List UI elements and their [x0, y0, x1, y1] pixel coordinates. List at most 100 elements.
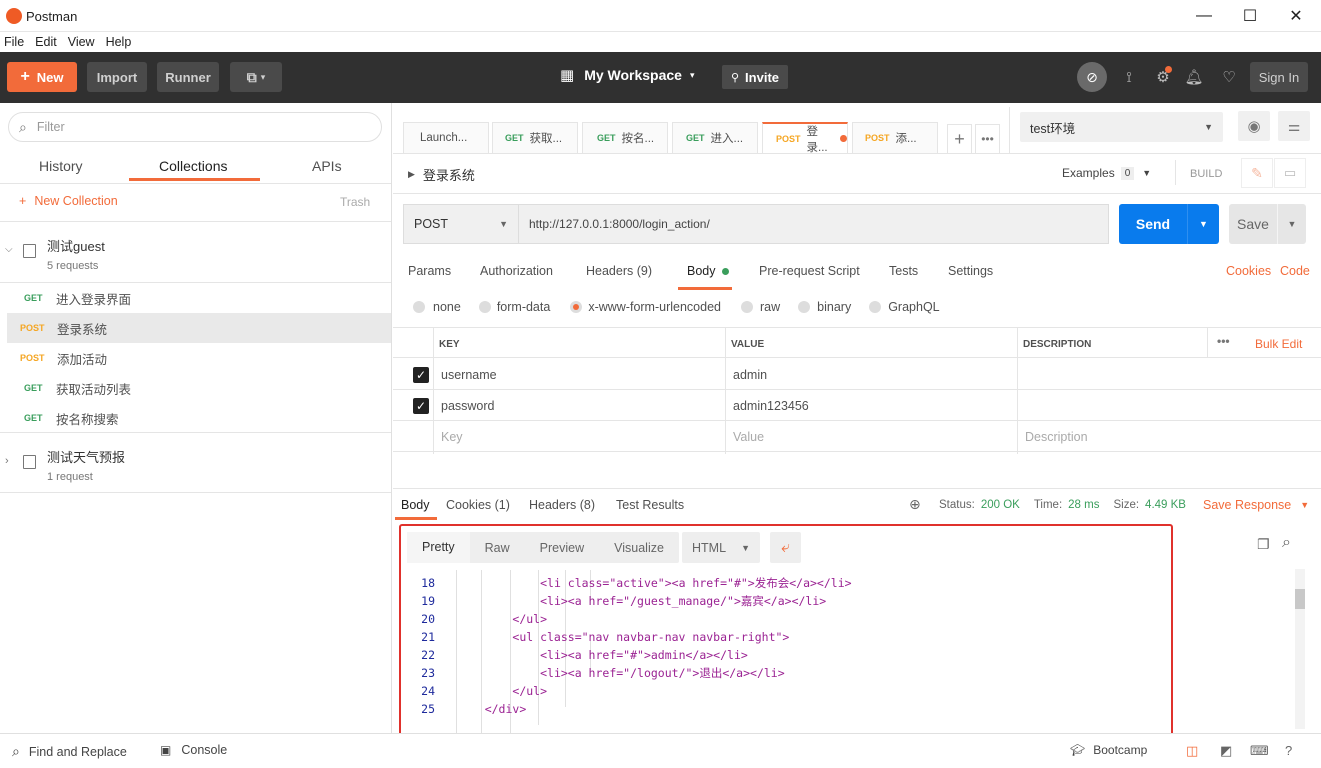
- scrollbar[interactable]: [1295, 569, 1305, 729]
- import-button[interactable]: Import: [87, 62, 147, 92]
- layout-icon[interactable]: ◩: [1220, 743, 1232, 759]
- help-icon[interactable]: ?: [1285, 743, 1292, 758]
- new-button[interactable]: + New: [7, 62, 77, 92]
- view-visualize[interactable]: Visualize: [599, 541, 679, 555]
- menu-help[interactable]: Help: [106, 35, 132, 49]
- workspace-switcher[interactable]: ▦ My Workspace ▾: [560, 66, 695, 84]
- request-item[interactable]: GET 进入登录界面: [0, 283, 391, 313]
- tab-collections[interactable]: Collections: [159, 158, 227, 174]
- key-input[interactable]: Key: [441, 430, 463, 444]
- code-line: 23 <li><a href="/logout/">退出</a></li>: [421, 666, 785, 680]
- response-tab-headers[interactable]: Headers (8): [529, 498, 595, 512]
- request-tab[interactable]: Launch...: [403, 122, 489, 153]
- view-pretty[interactable]: Pretty: [407, 532, 470, 563]
- search-icon[interactable]: ⌕: [1282, 534, 1291, 552]
- minimize-button[interactable]: —: [1181, 0, 1227, 32]
- more-ellipsis-icon[interactable]: •••: [1217, 334, 1230, 348]
- filter-input[interactable]: ⌕ Filter: [8, 112, 382, 142]
- new-collection-button[interactable]: + New Collection: [19, 194, 118, 208]
- menu-file[interactable]: File: [4, 35, 24, 49]
- request-tab[interactable]: GET 获取...: [492, 122, 578, 153]
- radio-binary[interactable]: binary: [798, 300, 851, 314]
- request-tab[interactable]: GET 进入...: [672, 122, 758, 153]
- eye-icon[interactable]: ◉: [1238, 111, 1270, 141]
- caret-right-icon: ▶: [408, 169, 415, 179]
- tab-body[interactable]: Body: [687, 264, 729, 278]
- tab-prerequest-script[interactable]: Pre-request Script: [759, 264, 860, 278]
- radio-none[interactable]: none: [413, 300, 461, 314]
- url-input[interactable]: http://127.0.0.1:8000/login_action/: [518, 204, 1109, 244]
- radio-graphql[interactable]: GraphQL: [869, 300, 940, 314]
- send-button[interactable]: Send ▼: [1119, 204, 1219, 244]
- checkbox-checked-icon[interactable]: ✓: [413, 367, 429, 383]
- environment-select[interactable]: test环境 ▼: [1020, 112, 1223, 142]
- bulk-edit-link[interactable]: Bulk Edit: [1255, 337, 1302, 351]
- examples-dropdown[interactable]: Examples 0 ▼: [1062, 166, 1151, 180]
- radio-urlencoded[interactable]: x-www-form-urlencoded: [570, 300, 721, 314]
- find-replace-button[interactable]: ⌕ Find and Replace: [12, 743, 127, 760]
- value-input[interactable]: Value: [733, 430, 764, 444]
- request-item-selected[interactable]: POST 登录系统: [7, 313, 391, 343]
- response-tab-test-results[interactable]: Test Results: [616, 498, 684, 512]
- heart-icon[interactable]: ♡: [1218, 66, 1240, 88]
- menu-edit[interactable]: Edit: [35, 35, 57, 49]
- request-item[interactable]: GET 获取活动列表: [0, 373, 391, 403]
- view-raw[interactable]: Raw: [470, 541, 525, 555]
- bootcamp-button[interactable]: 🎓︎ Bootcamp: [1070, 743, 1147, 757]
- comments-icon[interactable]: ▭: [1274, 158, 1306, 188]
- pencil-icon[interactable]: ✎: [1241, 158, 1273, 188]
- wrap-lines-icon[interactable]: ⤶: [770, 532, 801, 563]
- method-select[interactable]: POST ▼: [403, 204, 518, 244]
- invite-button[interactable]: ⚲ Invite: [722, 65, 788, 89]
- time-value: 28 ms: [1068, 499, 1100, 511]
- sliders-icon[interactable]: ⚌: [1278, 111, 1310, 141]
- request-tab[interactable]: GET 按名...: [582, 122, 668, 153]
- tab-tests[interactable]: Tests: [889, 264, 918, 278]
- copy-icon[interactable]: ❐: [1257, 536, 1270, 553]
- collection-item[interactable]: ⌵ 测试guest 5 requests: [0, 222, 391, 282]
- description-input[interactable]: Description: [1025, 430, 1088, 444]
- tab-headers[interactable]: Headers (9): [586, 264, 652, 278]
- radio-form-data[interactable]: form-data: [478, 300, 550, 314]
- runner-button[interactable]: Runner: [157, 62, 219, 92]
- response-tab-body[interactable]: Body: [401, 498, 430, 512]
- request-title[interactable]: ▶ 登录系统: [408, 165, 475, 184]
- checkbox-checked-icon[interactable]: ✓: [413, 398, 429, 414]
- console-button[interactable]: ▣ Console: [160, 743, 227, 757]
- globe-icon[interactable]: ⊕: [909, 496, 921, 513]
- save-button[interactable]: Save ▼: [1229, 204, 1306, 244]
- close-window-button[interactable]: ✕: [1273, 0, 1319, 32]
- response-tab-cookies[interactable]: Cookies (1): [446, 498, 510, 512]
- maximize-button[interactable]: ☐: [1227, 0, 1273, 32]
- more-tabs-ellipsis-icon[interactable]: •••: [975, 124, 1000, 153]
- new-window-button[interactable]: ⧉ ▾: [230, 62, 282, 92]
- tab-params[interactable]: Params: [408, 264, 451, 278]
- plus-icon: +: [19, 194, 27, 208]
- code-link[interactable]: Code: [1280, 264, 1310, 278]
- trash-link[interactable]: Trash: [340, 195, 370, 209]
- code-editor[interactable]: 18 <li class="active"><a href="#">发布会</a…: [401, 570, 1171, 736]
- keyboard-icon[interactable]: ⌨: [1250, 743, 1269, 759]
- two-pane-icon[interactable]: ◫: [1186, 743, 1198, 759]
- tab-authorization[interactable]: Authorization: [480, 264, 553, 278]
- tab-apis[interactable]: APIs: [312, 158, 342, 174]
- collection-item[interactable]: › 测试天气预报 1 request: [0, 433, 391, 493]
- add-tab-plus-icon[interactable]: +: [947, 124, 972, 153]
- title-bar: Postman — ☐ ✕: [0, 0, 1321, 32]
- request-tab[interactable]: POST 添...: [852, 122, 938, 153]
- format-select[interactable]: HTML ▼: [682, 532, 760, 563]
- request-item[interactable]: POST 添加活动: [0, 343, 391, 373]
- tab-history[interactable]: History: [39, 158, 83, 174]
- tab-settings[interactable]: Settings: [948, 264, 993, 278]
- request-item[interactable]: GET 按名称搜索: [0, 403, 391, 433]
- radio-raw[interactable]: raw: [741, 300, 780, 314]
- sync-off-icon[interactable]: ⊘: [1077, 62, 1107, 92]
- satellite-icon[interactable]: ⟟: [1118, 66, 1140, 88]
- bell-icon[interactable]: 🔔︎: [1183, 66, 1205, 88]
- request-tab-active[interactable]: POST 登录...: [762, 122, 848, 154]
- view-preview[interactable]: Preview: [525, 541, 599, 555]
- cookies-link[interactable]: Cookies: [1226, 264, 1271, 278]
- save-response-button[interactable]: Save Response ▼: [1203, 498, 1309, 512]
- sign-in-button[interactable]: Sign In: [1250, 62, 1308, 92]
- menu-view[interactable]: View: [68, 35, 95, 49]
